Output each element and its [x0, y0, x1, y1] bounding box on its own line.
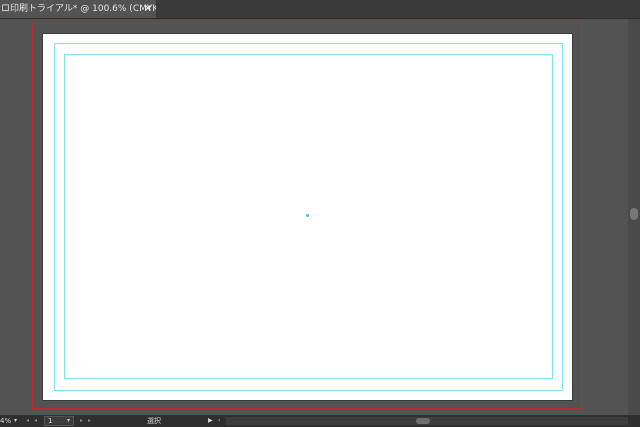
previous-artboard-icon[interactable]: ◂ [34, 415, 37, 427]
artboard[interactable] [43, 34, 572, 400]
status-menu-arrow-icon[interactable]: ▶ [208, 415, 213, 427]
document-tab-bar: ロ印刷トライアル* @ 100.6% (CMYK/GPU プレビュー) × [0, 0, 640, 19]
zoom-dropdown-icon[interactable]: ▾ [14, 415, 17, 427]
artboard-dropdown-icon[interactable]: ▾ [67, 415, 70, 427]
document-tab-title: ロ印刷トライアル* @ 100.6% (CMYK/GPU プレビュー) [1, 4, 156, 14]
last-artboard-icon[interactable]: ▸ [88, 415, 91, 427]
horizontal-scrollbar[interactable] [226, 417, 628, 425]
document-tab[interactable]: ロ印刷トライアル* @ 100.6% (CMYK/GPU プレビュー) × [0, 0, 156, 18]
center-point-marker [306, 214, 309, 217]
horizontal-scroll-thumb[interactable] [416, 418, 430, 424]
current-tool-label: 選択 [147, 417, 161, 425]
scroll-left-icon[interactable]: ‹ [218, 415, 220, 427]
canvas-workspace[interactable] [0, 19, 628, 415]
next-artboard-icon[interactable]: ▸ [80, 415, 83, 427]
vertical-scrollbar[interactable] [628, 19, 640, 415]
status-bar: 4% ▾ ◂ ◂ 1 ▾ ▸ ▸ 選択 ▶ ‹ [0, 415, 640, 427]
artboard-number-value: 1 [48, 417, 53, 425]
first-artboard-icon[interactable]: ◂ [26, 415, 29, 427]
zoom-level-value: 4% [0, 417, 12, 425]
close-tab-icon[interactable]: × [143, 0, 153, 18]
vertical-scroll-thumb[interactable] [630, 208, 638, 220]
zoom-level-field[interactable]: 4% ▾ [0, 415, 26, 427]
